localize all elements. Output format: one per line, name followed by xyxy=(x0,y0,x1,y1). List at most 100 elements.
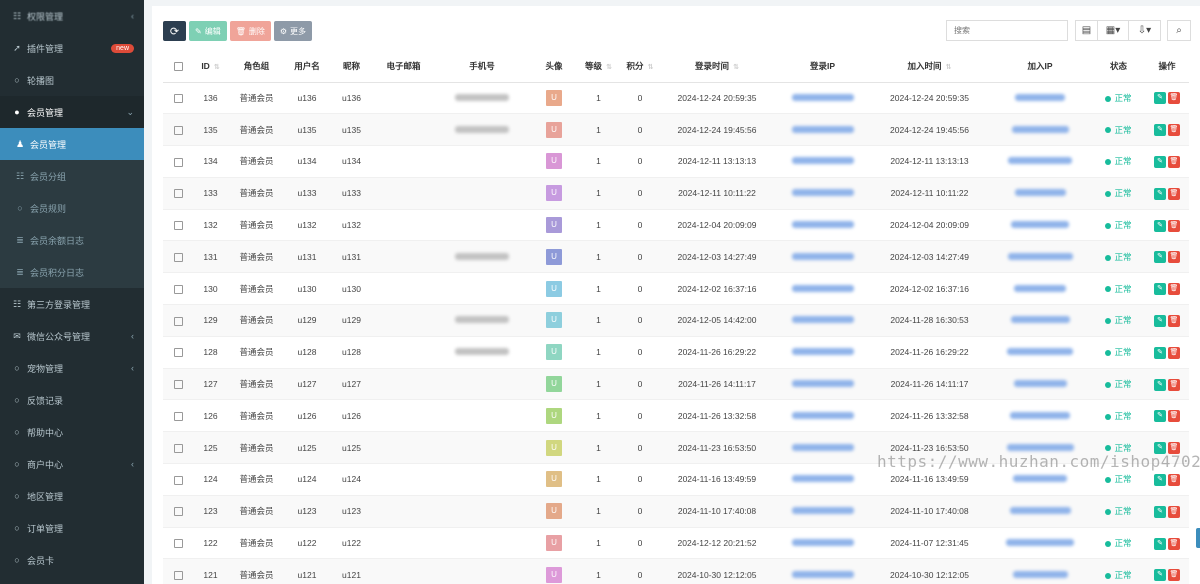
row-edit-button[interactable]: ✎ xyxy=(1154,92,1166,105)
columns-dropdown[interactable]: ▦▾ xyxy=(1098,20,1129,41)
sidebar-item-3[interactable]: ● 会员管理 ⌄ xyxy=(0,96,144,128)
row-delete-button[interactable]: 🗑 xyxy=(1168,442,1180,455)
column-header-label: 加入时间 xyxy=(907,60,942,71)
column-header-label: 手机号 xyxy=(469,60,495,71)
row-checkbox[interactable] xyxy=(173,94,183,104)
column-header-logintime[interactable]: 登录时间 ⇅ xyxy=(660,50,774,83)
row-checkbox[interactable] xyxy=(173,189,183,199)
sidebar-item-6[interactable]: ○ 会员规则 xyxy=(0,192,144,224)
sidebar-item-15[interactable]: ○ 地区管理 xyxy=(0,480,144,512)
row-checkbox[interactable] xyxy=(173,316,183,326)
sidebar-item-2[interactable]: ○ 轮播图 xyxy=(0,64,144,96)
row-edit-button[interactable]: ✎ xyxy=(1154,155,1166,168)
row-checkbox[interactable] xyxy=(173,570,183,580)
export-dropdown[interactable]: ⇩▾ xyxy=(1129,20,1161,41)
select-all-checkbox[interactable] xyxy=(173,61,183,71)
row-delete-button[interactable]: 🗑 xyxy=(1168,378,1180,391)
sidebar-item-label: 会员管理 xyxy=(27,107,64,118)
row-checkbox[interactable] xyxy=(173,443,183,453)
sidebar-item-1[interactable]: ➚ 插件管理 new xyxy=(0,32,144,64)
row-delete-button[interactable]: 🗑 xyxy=(1168,283,1180,296)
row-checkbox[interactable] xyxy=(173,507,183,517)
row-delete-button[interactable]: 🗑 xyxy=(1168,410,1180,423)
row-checkbox[interactable] xyxy=(173,348,183,358)
row-delete-button[interactable]: 🗑 xyxy=(1168,124,1180,137)
sidebar-item-16[interactable]: ○ 订单管理 xyxy=(0,512,144,544)
row-delete-button[interactable]: 🗑 xyxy=(1168,187,1180,200)
sidebar-item-17[interactable]: ○ 会员卡 xyxy=(0,544,144,576)
row-checkbox[interactable] xyxy=(173,380,183,390)
row-delete-button[interactable]: 🗑 xyxy=(1168,219,1180,232)
edit-button[interactable]: ✎ 编辑 xyxy=(189,21,227,41)
row-edit-button[interactable]: ✎ xyxy=(1154,219,1166,232)
row-checkbox[interactable] xyxy=(173,157,183,167)
status-badge: 正常 xyxy=(1105,284,1132,294)
row-delete-button[interactable]: 🗑 xyxy=(1168,537,1180,550)
column-header-jointime[interactable]: 加入时间 ⇅ xyxy=(871,50,988,83)
row-delete-button[interactable]: 🗑 xyxy=(1168,251,1180,264)
sidebar-item-9[interactable]: ☷ 第三方登录管理 xyxy=(0,288,144,320)
row-checkbox[interactable] xyxy=(173,475,183,485)
search-input[interactable] xyxy=(946,20,1068,41)
row-delete-button[interactable]: 🗑 xyxy=(1168,314,1180,327)
row-delete-button[interactable]: 🗑 xyxy=(1168,92,1180,105)
table-row: 129 普通会员 u129 u129 U 1 0 2024-12-05 14:42:00 202… xyxy=(163,304,1189,337)
sidebar-item-14[interactable]: ○ 商户中心 ‹ xyxy=(0,448,144,480)
column-header-score[interactable]: 积分 ⇅ xyxy=(620,50,660,83)
row-checkbox[interactable] xyxy=(173,221,183,231)
row-checkbox[interactable] xyxy=(173,284,183,294)
row-delete-button[interactable]: 🗑 xyxy=(1168,155,1180,168)
sidebar-item-13[interactable]: ○ 帮助中心 xyxy=(0,416,144,448)
status-label: 正常 xyxy=(1114,220,1132,231)
row-checkbox[interactable] xyxy=(173,253,183,262)
refresh-button[interactable]: ⟳ xyxy=(163,21,186,41)
sidebar-item-8[interactable]: ≣ 会员积分日志 xyxy=(0,256,144,288)
row-edit-button[interactable]: ✎ xyxy=(1154,314,1166,327)
row-edit-button[interactable]: ✎ xyxy=(1154,378,1166,391)
sidebar-item-0[interactable]: ☷ 权限管理 ‹ xyxy=(0,0,144,32)
row-delete-button[interactable]: 🗑 xyxy=(1168,346,1180,359)
sidebar-item-label: 第三方登录管理 xyxy=(27,299,91,310)
sidebar-item-11[interactable]: ○ 宠物管理 ‹ xyxy=(0,352,144,384)
sort-icon: ⇅ xyxy=(733,63,739,71)
row-edit-button[interactable]: ✎ xyxy=(1154,473,1166,486)
row-edit-button[interactable]: ✎ xyxy=(1154,124,1166,137)
row-edit-button[interactable]: ✎ xyxy=(1154,346,1166,359)
column-header-level[interactable]: 等级 ⇅ xyxy=(577,50,620,83)
row-delete-button[interactable]: 🗑 xyxy=(1168,473,1180,486)
toggle-view-button[interactable]: ▤ xyxy=(1075,20,1098,41)
row-delete-button[interactable]: 🗑 xyxy=(1168,569,1180,582)
more-button[interactable]: ⚙ 更多 xyxy=(273,21,313,41)
sort-icon: ⇅ xyxy=(606,63,612,71)
column-header-checkbox[interactable] xyxy=(163,50,193,83)
sidebar-item-5[interactable]: ☷ 会员分组 xyxy=(0,160,144,192)
row-checkbox[interactable] xyxy=(173,125,183,135)
cell-nickname: u130 xyxy=(342,283,361,294)
group-icon: ☷ xyxy=(12,298,22,309)
sidebar-item-4[interactable]: ♟ 会员管理 xyxy=(0,128,144,160)
delete-button[interactable]: 🗑 删除 xyxy=(229,21,271,41)
row-edit-button[interactable]: ✎ xyxy=(1154,505,1166,518)
sidebar-item-10[interactable]: ✉ 微信公众号管理 ‹ xyxy=(0,320,144,352)
row-edit-button[interactable]: ✎ xyxy=(1154,569,1166,582)
cell-logintime: 2024-11-26 14:11:17 xyxy=(678,379,756,390)
sidebar-item-18[interactable]: ☷即时通信管理‹ xyxy=(0,576,144,584)
sidebar-item-label: 会员积分日志 xyxy=(30,267,85,278)
gear-icon: ⚙ xyxy=(279,26,288,36)
search-button[interactable]: ⌕ xyxy=(1167,20,1191,41)
table-row: 126 普通会员 u126 u126 U 1 0 2024-11-26 13:32:58 202… xyxy=(163,399,1189,433)
sidebar-item-12[interactable]: ○ 反馈记录 xyxy=(0,384,144,416)
row-edit-button[interactable]: ✎ xyxy=(1154,283,1166,296)
row-edit-button[interactable]: ✎ xyxy=(1154,187,1166,200)
row-edit-button[interactable]: ✎ xyxy=(1154,410,1166,423)
row-edit-button[interactable]: ✎ xyxy=(1154,251,1166,264)
cell-nickname: u133 xyxy=(342,188,361,199)
row-delete-button[interactable]: 🗑 xyxy=(1168,505,1180,518)
row-edit-button[interactable]: ✎ xyxy=(1154,537,1166,550)
row-checkbox[interactable] xyxy=(173,411,183,421)
row-checkbox[interactable] xyxy=(173,539,183,549)
sidebar-item-7[interactable]: ≣ 会员余额日志 xyxy=(0,224,144,256)
column-header-id[interactable]: ID ⇅ xyxy=(193,50,228,83)
cell-score: 0 xyxy=(637,442,643,453)
row-edit-button[interactable]: ✎ xyxy=(1154,442,1166,455)
